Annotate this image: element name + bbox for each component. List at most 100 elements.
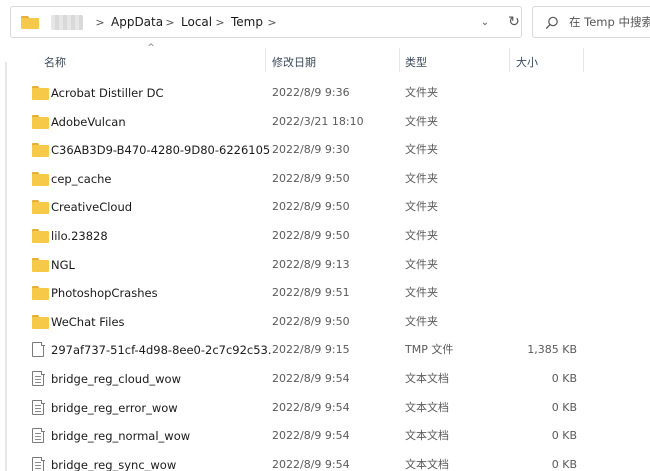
text-file-icon xyxy=(32,428,45,444)
file-size xyxy=(492,308,577,336)
folder-icon xyxy=(32,228,49,243)
file-size: 1,385 KB xyxy=(527,343,577,357)
folder-icon xyxy=(21,16,39,29)
file-type: 文本文档 xyxy=(405,372,449,385)
file-size xyxy=(492,251,577,279)
file-name: cep_cache xyxy=(51,171,112,186)
file-name: bridge_reg_sync_wow xyxy=(51,457,177,471)
file-type: 文件夹 xyxy=(405,171,438,185)
file-row[interactable]: AdobeVulcan 2022/3/21 18:10 文件夹 xyxy=(22,108,650,136)
file-name: bridge_reg_error_wow xyxy=(51,400,178,415)
breadcrumb-separator: > xyxy=(215,16,225,29)
file-name: lilo.23828 xyxy=(51,229,108,243)
file-name: Acrobat Distiller DC xyxy=(51,86,164,100)
file-row[interactable]: WeChat Files 2022/8/9 9:50 文件夹 xyxy=(22,308,650,336)
text-file-icon xyxy=(32,399,45,415)
column-header-date[interactable]: 修改日期 xyxy=(272,52,316,74)
file-name: C36AB3D9-B470-4280-9D80-6226105... xyxy=(51,143,271,158)
file-size xyxy=(492,193,577,221)
file-date: 2022/8/9 9:54 xyxy=(272,457,350,471)
breadcrumb-separator[interactable]: > xyxy=(267,15,277,30)
file-type: 文件夹 xyxy=(405,314,438,328)
file-row[interactable]: PhotoshopCrashes 2022/8/9 9:51 文件夹 xyxy=(22,279,650,307)
file-row[interactable]: bridge_reg_normal_wow 2022/8/9 9:54 文本文档 0 … xyxy=(22,422,650,450)
breadcrumb-local[interactable]: Local xyxy=(181,15,212,30)
search-input[interactable]: 在 Temp 中搜索 xyxy=(532,6,650,38)
column-header-name[interactable]: 名称 xyxy=(44,52,66,74)
breadcrumb-appdata[interactable]: AppData xyxy=(111,15,163,30)
folder-icon xyxy=(32,114,49,129)
text-file-icon xyxy=(32,456,45,471)
file-type: 文本文档 xyxy=(405,400,449,414)
breadcrumb-temp[interactable]: Temp xyxy=(231,15,263,30)
file-size: 0 KB xyxy=(551,400,577,414)
file-date: 2022/8/9 9:54 xyxy=(272,400,350,414)
file-type: 文件夹 xyxy=(405,286,438,300)
file-date: 2022/8/9 9:50 xyxy=(272,171,350,185)
folder-icon xyxy=(32,285,49,301)
column-header-type[interactable]: 类型 xyxy=(405,52,427,74)
file-type: 文本文档 xyxy=(405,457,449,471)
file-size xyxy=(492,79,577,107)
search-placeholder: 在 Temp 中搜索 xyxy=(569,15,650,29)
file-size xyxy=(492,279,577,307)
folder-icon xyxy=(32,199,49,215)
file-date: 2022/8/9 9:13 xyxy=(272,257,350,271)
breadcrumb-separator: > xyxy=(95,16,105,29)
file-date: 2022/8/9 9:15 xyxy=(272,343,350,357)
file-type: TMP 文件 xyxy=(405,343,454,357)
file-name: AdobeVulcan xyxy=(51,114,126,129)
file-name: bridge_reg_cloud_wow xyxy=(51,372,181,386)
file-row[interactable]: 297af737-51cf-4d98-8ee0-2c7c92c53... 2022… xyxy=(22,336,650,364)
search-icon xyxy=(545,16,558,30)
file-icon xyxy=(32,342,45,358)
address-bar[interactable]: > AppData > Local > Temp > ⌄ ↻ xyxy=(10,6,522,38)
refresh-icon[interactable]: ↻ xyxy=(505,14,523,31)
file-name: CreativeCloud xyxy=(51,200,133,215)
column-divider[interactable] xyxy=(509,48,510,72)
file-row[interactable]: lilo.23828 2022/8/9 9:50 文件夹 xyxy=(22,222,650,250)
file-date: 2022/8/9 9:50 xyxy=(272,229,350,242)
file-row[interactable]: bridge_reg_error_wow 2022/8/9 9:54 文本文档 0 K… xyxy=(22,394,650,422)
file-row[interactable]: bridge_reg_sync_wow 2022/8/9 9:54 文本文档 0 KB xyxy=(22,451,650,471)
nav-pane-scrollbar[interactable] xyxy=(5,62,7,471)
folder-icon xyxy=(32,171,49,186)
column-divider[interactable] xyxy=(399,48,400,72)
column-header-size[interactable]: 大小 xyxy=(516,52,538,74)
chevron-down-icon[interactable]: ⌄ xyxy=(478,15,492,30)
file-date: 2022/8/9 9:50 xyxy=(272,200,350,214)
file-date: 2022/8/9 9:54 xyxy=(272,429,350,443)
file-type: 文本文档 xyxy=(405,429,449,443)
file-size xyxy=(492,136,577,164)
breadcrumb-separator: > xyxy=(165,16,175,29)
sort-indicator-icon: ^ xyxy=(147,43,155,53)
file-date: 2022/8/9 9:36 xyxy=(272,86,350,99)
text-file-icon xyxy=(32,371,45,386)
file-date: 2022/8/9 9:54 xyxy=(272,372,350,385)
file-name: WeChat Files xyxy=(51,314,125,329)
file-row[interactable]: cep_cache 2022/8/9 9:50 文件夹 xyxy=(22,165,650,193)
column-divider[interactable] xyxy=(265,48,266,72)
folder-icon xyxy=(32,314,49,329)
file-name: NGL xyxy=(51,257,75,272)
file-row[interactable]: NGL 2022/8/9 9:13 文件夹 xyxy=(22,251,650,279)
file-name: bridge_reg_normal_wow xyxy=(51,429,191,444)
file-date: 2022/3/21 18:10 xyxy=(272,114,364,128)
file-date: 2022/8/9 9:51 xyxy=(272,286,350,300)
file-row[interactable]: Acrobat Distiller DC 2022/8/9 9:36 文件夹 xyxy=(22,79,650,107)
file-type: 文件夹 xyxy=(405,114,438,128)
file-row[interactable]: bridge_reg_cloud_wow 2022/8/9 9:54 文本文档 0 K… xyxy=(22,365,650,393)
file-name: PhotoshopCrashes xyxy=(51,286,158,301)
file-type: 文件夹 xyxy=(405,200,438,214)
column-divider[interactable] xyxy=(583,48,584,72)
address-bar-row: > AppData > Local > Temp > ⌄ ↻ 在 Temp 中搜… xyxy=(0,0,650,44)
folder-icon xyxy=(32,142,49,158)
file-type: 文件夹 xyxy=(405,229,438,242)
file-row[interactable]: CreativeCloud 2022/8/9 9:50 文件夹 xyxy=(22,193,650,221)
file-row[interactable]: C36AB3D9-B470-4280-9D80-6226105... 2022/8… xyxy=(22,136,650,164)
file-size: 0 KB xyxy=(551,429,577,443)
file-type: 文件夹 xyxy=(405,86,438,99)
redacted-path-segment xyxy=(51,15,83,30)
file-size: 0 KB xyxy=(551,372,577,385)
folder-icon xyxy=(32,85,49,100)
